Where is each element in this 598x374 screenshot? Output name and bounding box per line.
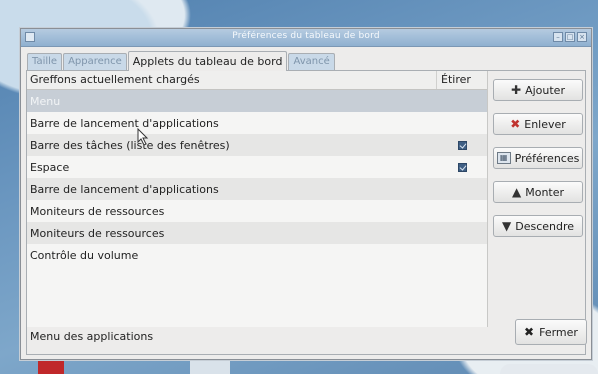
plus-icon: ✚ <box>511 83 522 97</box>
tab-panel-applets: Greffons actuellement chargés Étirer Men… <box>26 70 587 355</box>
tab-appearance[interactable]: Apparence <box>63 53 127 70</box>
list-item-name: Menu <box>30 94 61 108</box>
list-item[interactable]: Contrôle du volume <box>27 244 487 266</box>
preferences-icon: ▦ <box>496 152 511 164</box>
stretch-checkbox[interactable] <box>457 140 467 150</box>
desktop-item <box>190 360 230 374</box>
plugins-list[interactable]: Greffons actuellement chargés Étirer Men… <box>27 71 488 327</box>
list-item-name: Moniteurs de ressources <box>30 204 165 218</box>
close-window-button[interactable]: × <box>577 32 587 42</box>
list-item-name: Barre de lancement d'applications <box>30 116 219 130</box>
list-item-name: Espace <box>30 160 70 174</box>
move-down-button-label: Descendre <box>515 219 575 233</box>
list-item-name: Barre des tâches (liste des fenêtres) <box>30 138 230 152</box>
plugin-description: Menu des applications <box>30 330 154 343</box>
remove-button-label: Enlever <box>524 117 566 131</box>
list-item[interactable]: Espace <box>27 156 487 178</box>
preferences-window: Préférences du tableau de bord – □ × Tai… <box>20 28 592 360</box>
add-button[interactable]: ✚ Ajouter <box>493 79 583 101</box>
list-item-name: Barre de lancement d'applications <box>30 182 219 196</box>
window-title: Préférences du tableau de bord <box>232 31 380 41</box>
move-down-button[interactable]: ▼ Descendre <box>493 215 583 237</box>
add-button-label: Ajouter <box>525 83 565 97</box>
list-header: Greffons actuellement chargés Étirer <box>27 71 487 90</box>
stretch-checkbox[interactable] <box>457 162 467 172</box>
remove-button[interactable]: ✖ Enlever <box>493 113 583 135</box>
close-button-label: Fermer <box>539 325 578 339</box>
minimize-button[interactable]: – <box>553 32 563 42</box>
preferences-button[interactable]: ▦ Préférences <box>493 147 583 169</box>
list-item[interactable]: Menu <box>27 90 487 112</box>
maximize-button[interactable]: □ <box>565 32 575 42</box>
list-item-name: Moniteurs de ressources <box>30 226 165 240</box>
tab-size[interactable]: Taille <box>27 53 63 70</box>
desktop-item <box>500 364 598 374</box>
close-button[interactable]: ✖ Fermer <box>515 319 587 345</box>
column-header-stretch[interactable]: Étirer <box>437 71 487 89</box>
x-icon: ✖ <box>524 325 535 339</box>
arrow-up-icon: ▲ <box>511 185 522 199</box>
move-up-button-label: Monter <box>525 185 565 199</box>
tab-applets[interactable]: Applets du tableau de bord <box>127 51 288 71</box>
tab-advanced[interactable]: Avancé <box>288 53 335 70</box>
list-item[interactable]: Barre de lancement d'applications <box>27 112 487 134</box>
list-item[interactable]: Moniteurs de ressources <box>27 200 487 222</box>
tab-bar: Taille Apparence Applets du tableau de b… <box>27 51 336 71</box>
window-titlebar[interactable]: Préférences du tableau de bord – □ × <box>21 29 591 47</box>
move-up-button[interactable]: ▲ Monter <box>493 181 583 203</box>
list-item[interactable]: Moniteurs de ressources <box>27 222 487 244</box>
list-item-name: Contrôle du volume <box>30 248 139 262</box>
list-item[interactable]: Barre de lancement d'applications <box>27 178 487 200</box>
list-item[interactable]: Barre des tâches (liste des fenêtres) <box>27 134 487 156</box>
column-header-name[interactable]: Greffons actuellement chargés <box>27 71 437 89</box>
preferences-button-label: Préférences <box>514 151 580 165</box>
x-icon: ✖ <box>510 117 521 131</box>
arrow-down-icon: ▼ <box>501 219 512 233</box>
